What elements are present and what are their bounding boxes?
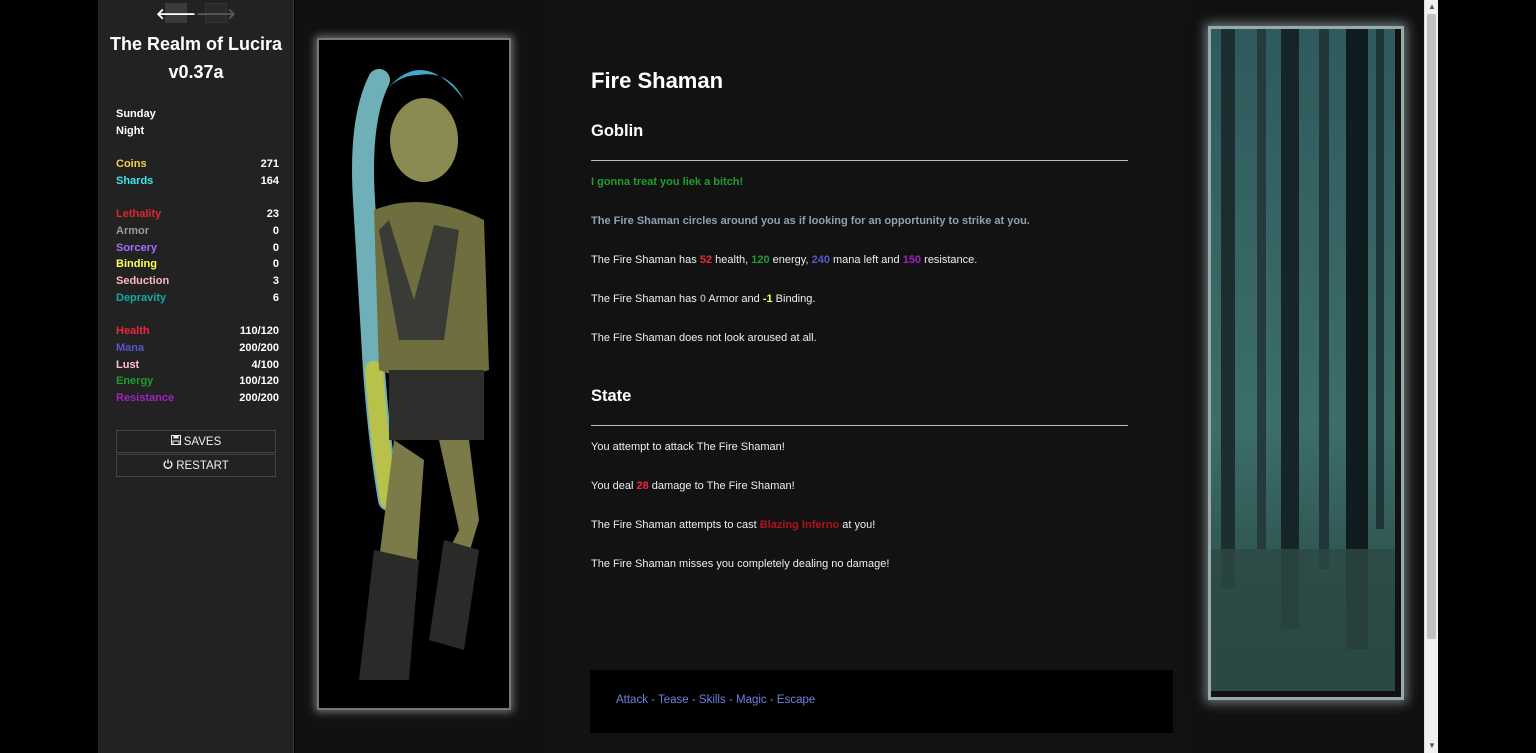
stat-value: 0 <box>272 241 279 254</box>
forest-scene-image <box>1208 26 1404 700</box>
action-separator: - <box>647 694 658 706</box>
power-icon <box>163 459 173 472</box>
scroll-thumb[interactable] <box>1427 14 1436 639</box>
vital-mana: Mana 200/200 <box>116 340 279 356</box>
stat-label: Depravity <box>116 292 167 304</box>
vital-label: Energy <box>116 375 154 388</box>
enemy-health: 52 <box>699 254 713 266</box>
vital-value: 110/120 <box>239 325 279 337</box>
enemy-binding: -1 <box>762 293 773 305</box>
divider <box>591 425 1128 426</box>
stat-binding: Binding 0 <box>116 256 279 272</box>
vital-lust: Lust 4/100 <box>116 357 279 373</box>
combat-log-damage: You deal 28 damage to The Fire Shaman! <box>591 480 795 492</box>
enemy-type: Goblin <box>591 122 644 140</box>
enemy-name: Fire Shaman <box>591 68 724 93</box>
action-tease-link[interactable]: Tease <box>658 694 689 706</box>
action-links: Attack - Tease - Skills - Magic - Escape <box>616 694 815 706</box>
vital-value: 100/120 <box>239 375 279 388</box>
enemy-mana: 240 <box>811 254 830 266</box>
stat-sorcery: Sorcery 0 <box>116 240 279 256</box>
currency-label: Shards <box>116 174 154 187</box>
enemy-portrait-column <box>295 0 546 753</box>
action-skills-link[interactable]: Skills <box>699 694 726 706</box>
stat-label: Armor <box>116 224 150 237</box>
action-escape-link[interactable]: Escape <box>777 694 815 706</box>
stat-label: Binding <box>116 258 157 271</box>
spell-name: Blazing Inferno <box>759 519 840 531</box>
scene-column <box>1186 0 1424 753</box>
currency-coins: Coins 271 <box>116 156 279 172</box>
stat-seduction: Seduction 3 <box>116 273 279 289</box>
combat-log-cast: The Fire Shaman attempts to cast Blazing… <box>591 519 876 531</box>
enemy-arousal: The Fire Shaman does not look aroused at… <box>591 332 817 344</box>
restart-button[interactable]: RESTART <box>116 454 276 477</box>
arrow-left-icon: 🡐 <box>155 5 197 23</box>
stat-label: Lethality <box>116 208 162 220</box>
story-title: The Realm of Lucira v0.37a <box>109 34 283 82</box>
vital-value: 4/100 <box>251 358 279 371</box>
currency-value: 164 <box>260 174 279 187</box>
currency-value: 271 <box>260 158 279 170</box>
currency-label: Coins <box>116 158 147 170</box>
history-back-button[interactable]: 🡐 <box>156 3 196 23</box>
scroll-down-icon[interactable]: ▼ <box>1425 739 1439 753</box>
scroll-up-icon[interactable]: ▲ <box>1425 0 1439 14</box>
vital-label: Mana <box>116 341 145 354</box>
floppy-disk-icon <box>170 435 181 448</box>
damage-value: 28 <box>636 480 649 492</box>
vital-label: Health <box>116 325 150 337</box>
stat-label: Seduction <box>116 275 170 288</box>
history-forward-button[interactable]: 🡒 <box>196 3 236 23</box>
action-magic-link[interactable]: Magic <box>736 694 767 706</box>
vital-value: 200/200 <box>239 341 279 354</box>
time-label: Night <box>116 125 145 137</box>
stat-value: 0 <box>272 224 279 237</box>
restart-label: RESTART <box>176 459 229 472</box>
enemy-defense: The Fire Shaman has 0 Armor and -1 Bindi… <box>591 293 816 305</box>
page-scrollbar[interactable]: ▲ ▼ <box>1424 0 1438 753</box>
stat-value: 3 <box>272 275 279 288</box>
saves-button[interactable]: SAVES <box>116 430 276 453</box>
vital-label: Resistance <box>116 392 175 405</box>
action-separator: - <box>766 694 777 706</box>
vital-energy: Energy 100/120 <box>116 373 279 389</box>
currency-shards: Shards 164 <box>116 173 279 189</box>
stat-value: 23 <box>266 208 279 220</box>
action-bar: Attack - Tease - Skills - Magic - Escape <box>590 670 1173 733</box>
enemy-resistance: 150 <box>902 254 922 266</box>
stat-value: 0 <box>272 258 279 271</box>
action-separator: - <box>725 694 736 706</box>
stat-lethality: Lethality 23 <box>116 206 279 222</box>
sidebar: 🡐 🡒 The Realm of Lucira v0.37a Sunday Ni… <box>98 0 294 753</box>
passage: Fire Shaman Goblin I gonna treat you lie… <box>546 0 1186 753</box>
stat-label: Sorcery <box>116 241 157 254</box>
combat-log-attack: You attempt to attack The Fire Shaman! <box>591 441 785 453</box>
combat-log-miss: The Fire Shaman misses you completely de… <box>591 558 890 570</box>
stat-value: 6 <box>272 292 279 304</box>
enemy-taunt: I gonna treat you liek a bitch! <box>591 176 744 188</box>
vital-resistance: Resistance 200/200 <box>116 390 279 406</box>
vital-health: Health 110/120 <box>116 323 279 339</box>
enemy-status: The Fire Shaman has 52 health, 120 energ… <box>591 254 978 266</box>
saves-label: SAVES <box>183 435 222 448</box>
divider <box>591 160 1128 161</box>
stat-armor: Armor 0 <box>116 223 279 239</box>
action-attack-link[interactable]: Attack <box>616 694 648 706</box>
enemy-behavior: The Fire Shaman circles around you as if… <box>591 215 1030 227</box>
vital-label: Lust <box>116 358 140 371</box>
arrow-right-icon: 🡒 <box>195 5 237 23</box>
enemy-portrait <box>317 38 511 710</box>
day-label: Sunday <box>116 108 156 120</box>
enemy-energy: 120 <box>751 254 770 266</box>
state-heading: State <box>591 387 632 405</box>
stat-depravity: Depravity 6 <box>116 290 279 306</box>
action-separator: - <box>688 694 699 706</box>
vital-value: 200/200 <box>239 392 279 405</box>
